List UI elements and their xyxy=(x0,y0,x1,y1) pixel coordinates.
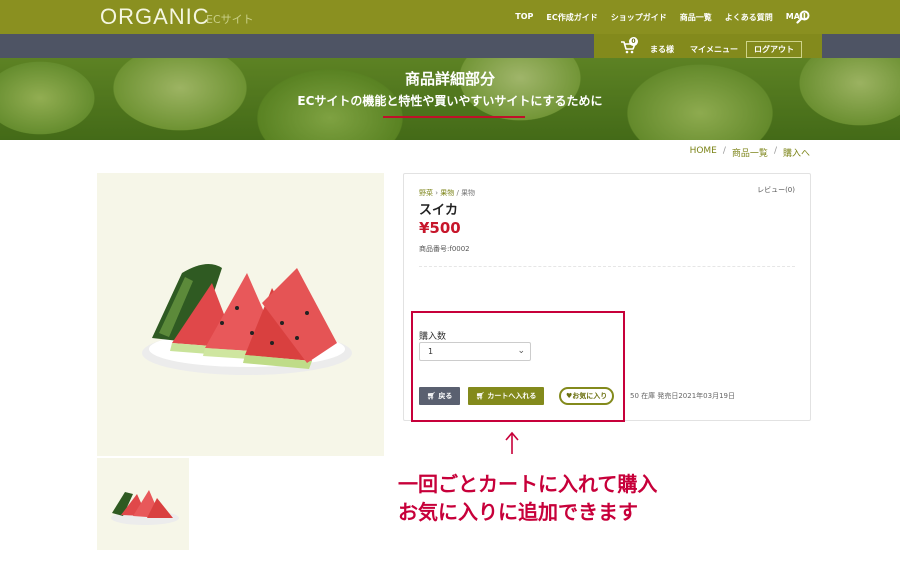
annotation-line-2: お気に入りに追加できます xyxy=(398,500,638,524)
category-current: 果物 xyxy=(461,189,476,197)
product-category: 野菜 › 果物 / 果物 xyxy=(419,189,476,197)
watermelon-thumbnail-image xyxy=(111,490,179,525)
top-bar: ORGANIC ECサイト TOP EC作成ガイド ショップガイド 商品一覧 よ… xyxy=(0,0,900,34)
nav-shop-guide[interactable]: ショップガイド xyxy=(611,12,667,23)
breadcrumb-product-list[interactable]: 商品一覧 xyxy=(732,146,768,159)
hero-banner: 商品詳細部分 ECサイトの機能と特性や買いやすいサイトにするために xyxy=(0,58,900,140)
category-link-vegetable[interactable]: 野菜 xyxy=(419,189,433,197)
my-menu-link[interactable]: マイメニュー xyxy=(690,44,738,55)
product-thumbnail[interactable] xyxy=(97,458,189,550)
breadcrumb-home[interactable]: HOME xyxy=(690,146,717,159)
nav-ec-guide[interactable]: EC作成ガイド xyxy=(546,12,597,23)
logout-button[interactable]: ログアウト xyxy=(746,41,802,58)
nav-product-list[interactable]: 商品一覧 xyxy=(680,12,712,23)
product-code: 商品番号:f0002 xyxy=(419,245,470,253)
main-nav: TOP EC作成ガイド ショップガイド 商品一覧 よくある質問 MAIL xyxy=(515,12,808,23)
review-link[interactable]: レビュー(0) xyxy=(757,185,795,195)
divider xyxy=(419,266,795,267)
product-name: スイカ xyxy=(419,203,459,218)
nav-faq[interactable]: よくある質問 xyxy=(725,12,773,23)
hero-subtitle: ECサイトの機能と特性や買いやすいサイトにするために xyxy=(297,94,603,108)
hero-title: 商品詳細部分 xyxy=(404,70,495,88)
stock-info: 50 在庫 発売日2021年03月19日 xyxy=(630,392,735,400)
site-logo[interactable]: ORGANIC xyxy=(100,4,210,30)
user-menu: まる様 マイメニュー ログアウト xyxy=(650,41,802,58)
breadcrumb-separator: / xyxy=(722,146,726,156)
breadcrumb-current: 購入へ xyxy=(782,149,810,159)
site-logo-sub: ECサイト xyxy=(206,13,254,26)
search-icon[interactable] xyxy=(796,10,810,24)
arrow-up-icon xyxy=(505,431,519,454)
nav-top[interactable]: TOP xyxy=(515,12,533,23)
annotation-line-1: 一回ごとカートに入れて購入 xyxy=(398,472,658,496)
product-price: ¥500 xyxy=(419,219,461,237)
product-main-image xyxy=(97,173,384,456)
breadcrumb-separator: / xyxy=(773,146,777,156)
category-link-fruit[interactable]: 果物 xyxy=(440,189,454,197)
hero-underline xyxy=(383,116,525,118)
watermelon-image xyxy=(142,264,352,375)
highlight-box xyxy=(411,311,625,422)
breadcrumb: HOME / 商品一覧 / 購入へ xyxy=(690,146,810,159)
cart-count-badge: 0 xyxy=(629,37,638,46)
user-name: まる様 xyxy=(650,45,674,54)
